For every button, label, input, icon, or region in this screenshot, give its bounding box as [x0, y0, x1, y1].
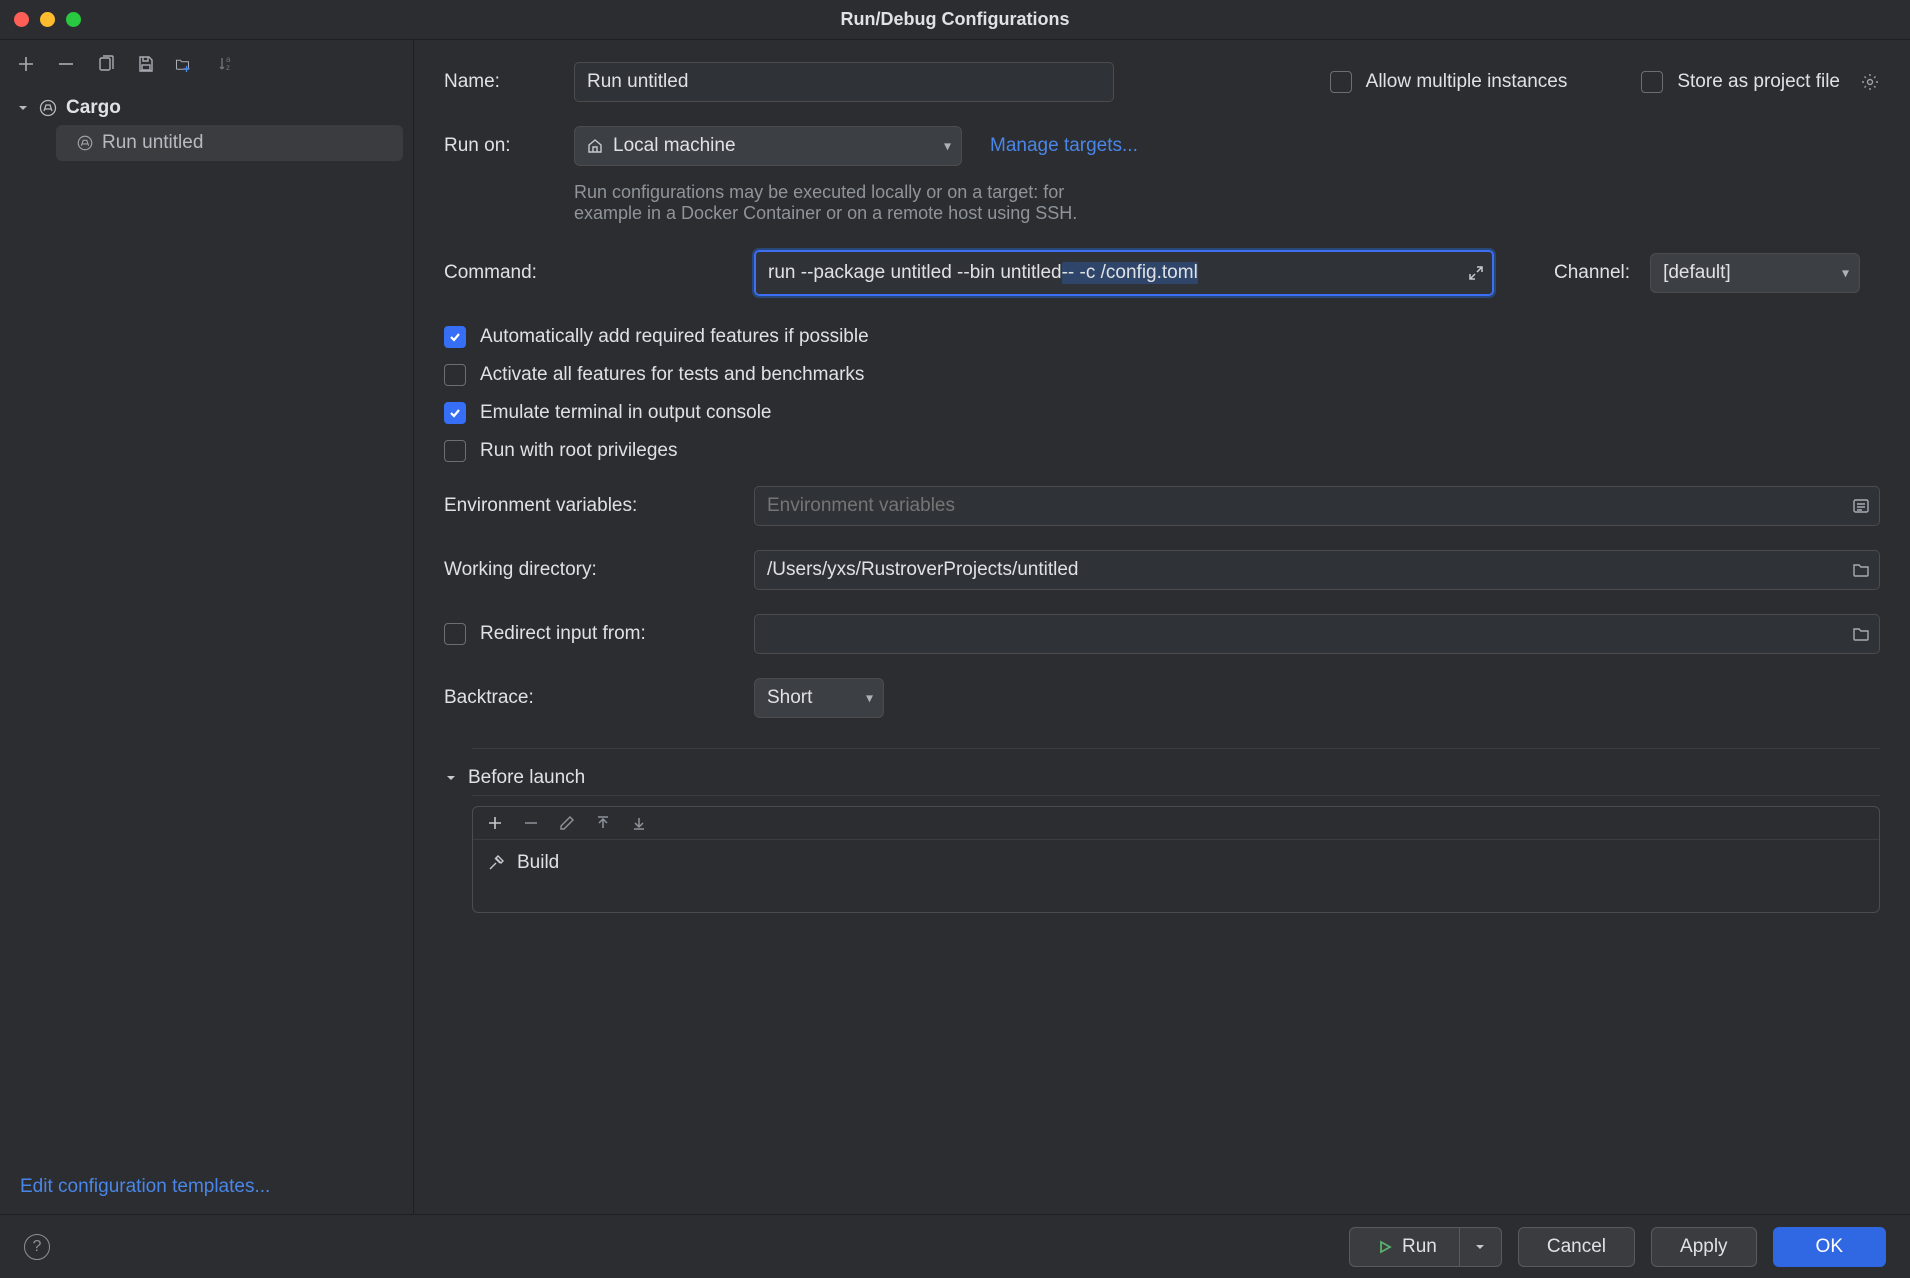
- wd-input[interactable]: [754, 550, 1880, 590]
- backtrace-label: Backtrace:: [444, 687, 734, 709]
- redirect-input: [754, 614, 1880, 654]
- env-label: Environment variables:: [444, 495, 734, 517]
- allow-multiple-label: Allow multiple instances: [1366, 71, 1568, 93]
- emulate-terminal-label: Emulate terminal in output console: [480, 402, 772, 424]
- run-on-help-2: example in a Docker Container or on a re…: [574, 203, 1077, 224]
- gear-icon[interactable]: [1860, 72, 1880, 92]
- edit-templates-link[interactable]: Edit configuration templates...: [20, 1176, 270, 1197]
- play-icon: [1378, 1240, 1392, 1254]
- name-label: Name:: [444, 71, 554, 93]
- root-checkbox[interactable]: [444, 440, 466, 462]
- add-config-icon[interactable]: [15, 53, 37, 75]
- move-down-icon[interactable]: [631, 815, 647, 831]
- channel-select[interactable]: [default] ▾: [1650, 253, 1860, 293]
- before-launch-toolbar: [473, 807, 1879, 840]
- allow-multiple-checkbox[interactable]: [1330, 71, 1352, 93]
- store-project-label: Store as project file: [1677, 71, 1840, 93]
- cargo-icon: [38, 98, 58, 118]
- before-launch-label: Before launch: [468, 767, 585, 789]
- main-panel: Name: Allow multiple instances Store as …: [414, 40, 1910, 1214]
- tree-group-cargo[interactable]: Cargo: [10, 91, 403, 125]
- command-text-pre: run --package untitled --bin untitled: [768, 262, 1062, 284]
- run-on-help-1: Run configurations may be executed local…: [574, 182, 1077, 203]
- copy-config-icon[interactable]: [95, 53, 117, 75]
- auto-features-checkbox[interactable]: [444, 326, 466, 348]
- redirect-label: Redirect input from:: [480, 623, 646, 645]
- activate-all-label: Activate all features for tests and benc…: [480, 364, 864, 386]
- dialog-footer: ? Run Cancel Apply OK: [0, 1214, 1910, 1278]
- chevron-down-icon: ▾: [944, 138, 951, 155]
- save-config-icon[interactable]: [135, 53, 157, 75]
- hammer-icon: [487, 854, 505, 872]
- window-title: Run/Debug Configurations: [0, 9, 1910, 30]
- move-up-icon[interactable]: [595, 815, 611, 831]
- edit-task-icon[interactable]: [559, 815, 575, 831]
- ok-button[interactable]: OK: [1773, 1227, 1886, 1267]
- store-project-checkbox[interactable]: [1641, 71, 1663, 93]
- remove-config-icon[interactable]: [55, 53, 77, 75]
- root-label: Run with root privileges: [480, 440, 677, 462]
- command-text-selection: -- -c /config.toml: [1062, 262, 1198, 284]
- redirect-checkbox[interactable]: [444, 623, 466, 645]
- sort-config-icon[interactable]: az: [215, 53, 237, 75]
- folder-icon[interactable]: [1852, 625, 1870, 643]
- backtrace-select[interactable]: Short ▾: [754, 678, 884, 718]
- before-launch-header[interactable]: Before launch: [444, 767, 1880, 789]
- manage-targets-link[interactable]: Manage targets...: [990, 135, 1138, 157]
- activate-all-checkbox[interactable]: [444, 364, 466, 386]
- run-on-select[interactable]: Local machine ▾: [574, 126, 962, 166]
- command-input[interactable]: run --package untitled --bin untitled --…: [754, 250, 1494, 296]
- help-icon[interactable]: ?: [24, 1234, 50, 1260]
- chevron-down-icon: [16, 101, 30, 115]
- name-input[interactable]: [574, 62, 1114, 102]
- chevron-down-icon: [444, 771, 458, 785]
- titlebar: Run/Debug Configurations: [0, 0, 1910, 40]
- expand-icon[interactable]: [1468, 265, 1484, 281]
- command-label: Command:: [444, 262, 734, 284]
- wd-label: Working directory:: [444, 559, 734, 581]
- auto-features-label: Automatically add required features if p…: [480, 326, 869, 348]
- folder-add-icon[interactable]: +: [175, 53, 197, 75]
- sidebar-toolbar: + az: [0, 40, 413, 85]
- tree-item-label: Run untitled: [102, 132, 203, 154]
- backtrace-value: Short: [767, 687, 812, 709]
- run-dropdown-icon[interactable]: [1459, 1227, 1501, 1267]
- sidebar: + az Cargo Run untitled Edit con: [0, 40, 414, 1214]
- ok-button-label: OK: [1816, 1236, 1843, 1258]
- tree-item-run-untitled[interactable]: Run untitled: [56, 125, 403, 161]
- apply-button-label: Apply: [1680, 1236, 1728, 1258]
- emulate-terminal-checkbox[interactable]: [444, 402, 466, 424]
- remove-task-icon[interactable]: [523, 815, 539, 831]
- svg-text:z: z: [226, 63, 230, 72]
- run-button-label: Run: [1402, 1236, 1437, 1258]
- run-on-value: Local machine: [613, 135, 736, 157]
- apply-button[interactable]: Apply: [1651, 1227, 1757, 1267]
- home-icon: [587, 138, 603, 154]
- chevron-down-icon: ▾: [866, 690, 873, 707]
- tree-group-label: Cargo: [66, 97, 121, 119]
- before-launch-panel: Build: [472, 806, 1880, 913]
- config-tree: Cargo Run untitled: [0, 85, 413, 1164]
- folder-icon[interactable]: [1852, 561, 1870, 579]
- before-launch-task-label: Build: [517, 852, 559, 874]
- channel-label: Channel:: [1554, 262, 1630, 284]
- list-icon[interactable]: [1852, 497, 1870, 515]
- add-task-icon[interactable]: [487, 815, 503, 831]
- chevron-down-icon: ▾: [1842, 265, 1849, 282]
- before-launch-task[interactable]: Build: [473, 840, 1879, 912]
- cancel-button-label: Cancel: [1547, 1236, 1606, 1258]
- run-on-label: Run on:: [444, 135, 554, 157]
- cargo-icon: [76, 134, 94, 152]
- channel-value: [default]: [1663, 262, 1731, 284]
- env-input[interactable]: [754, 486, 1880, 526]
- cancel-button[interactable]: Cancel: [1518, 1227, 1635, 1267]
- run-button[interactable]: Run: [1349, 1227, 1502, 1267]
